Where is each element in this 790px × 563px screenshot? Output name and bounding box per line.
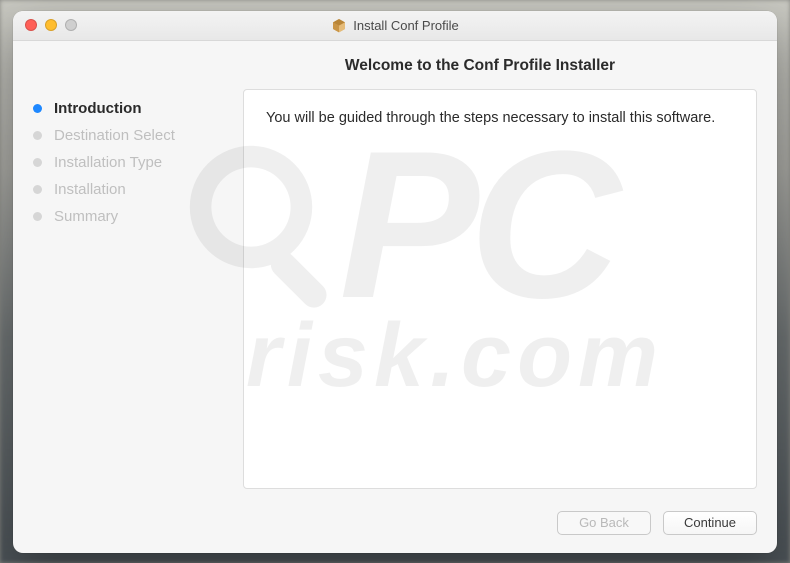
step-installation-type: Installation Type [33,149,233,176]
zoom-window-button[interactable] [65,19,77,31]
steps-list: Introduction Destination Select Installa… [33,95,233,230]
step-bullet-icon [33,131,42,140]
titlebar: Install Conf Profile [13,11,777,41]
minimize-window-button[interactable] [45,19,57,31]
continue-button[interactable]: Continue [663,511,757,535]
step-installation: Installation [33,176,233,203]
step-bullet-icon [33,158,42,167]
intro-message: You will be guided through the steps nec… [266,108,734,129]
go-back-button[interactable]: Go Back [557,511,651,535]
step-label: Installation [54,181,126,198]
step-destination-select: Destination Select [33,122,233,149]
window-controls [25,19,77,31]
step-label: Installation Type [54,154,162,171]
page-title: Welcome to the Conf Profile Installer [13,57,777,75]
step-introduction: Introduction [33,95,233,122]
content-panel: You will be guided through the steps nec… [243,89,757,489]
close-window-button[interactable] [25,19,37,31]
package-icon [331,17,347,33]
footer: Go Back Continue [13,501,777,553]
step-summary: Summary [33,203,233,230]
steps-sidebar: Introduction Destination Select Installa… [13,89,243,489]
installer-window: Install Conf Profile Welcome to the Conf… [13,11,777,553]
window-title: Install Conf Profile [353,18,459,33]
step-label: Summary [54,208,118,225]
step-bullet-icon [33,185,42,194]
step-label: Destination Select [54,127,175,144]
step-bullet-icon [33,212,42,221]
step-label: Introduction [54,100,141,117]
step-bullet-icon [33,104,42,113]
